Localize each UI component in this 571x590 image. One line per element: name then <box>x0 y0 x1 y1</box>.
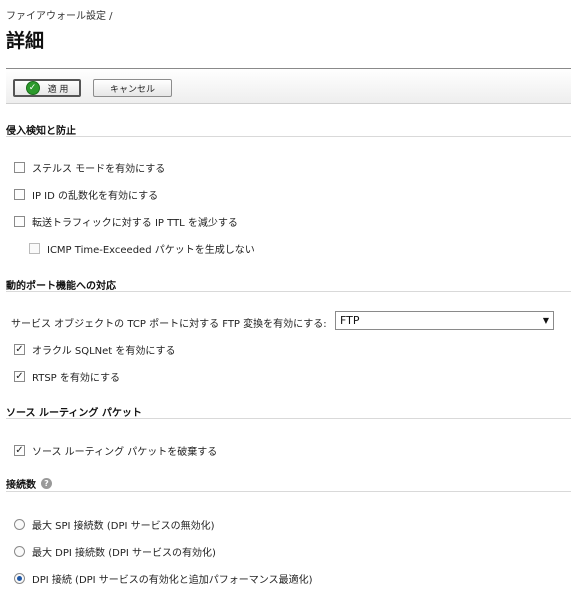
section-divider <box>6 136 571 137</box>
stealth-mode-label: ステルス モードを有効にする <box>32 164 166 175</box>
ttl-decrement-label: 転送トラフィックに対する IP TTL を減少する <box>32 218 238 229</box>
connections-option-row[interactable]: 最大 SPI 接続数 (DPI サービスの無効化) <box>14 517 215 532</box>
drop-source-routed-checkbox[interactable]: ✓ <box>14 445 25 456</box>
ipid-random-checkbox[interactable] <box>14 189 25 200</box>
ftp-transform-select[interactable]: FTP ▼ <box>335 311 554 330</box>
section-title-dynamic-port: 動的ポート機能への対応 <box>6 281 116 292</box>
icmp-time-exceeded-row[interactable]: ICMP Time-Exceeded パケットを生成しない <box>29 241 255 256</box>
ftp-transform-label: サービス オブジェクトの TCP ポートに対する FTP 変換を有効にする: <box>11 319 327 330</box>
connections-option-row[interactable]: 最大 DPI 接続数 (DPI サービスの有効化) <box>14 544 216 559</box>
max-spi-radio[interactable] <box>14 519 25 530</box>
breadcrumb[interactable]: ファイアウォール設定 / <box>6 7 113 22</box>
icmp-time-exceeded-checkbox[interactable] <box>29 243 40 254</box>
section-divider <box>6 291 571 292</box>
help-icon[interactable]: ? <box>41 478 52 489</box>
max-dpi-radio[interactable] <box>14 546 25 557</box>
ttl-decrement-checkbox[interactable] <box>14 216 25 227</box>
rtsp-checkbox[interactable]: ✓ <box>14 371 25 382</box>
dropdown-arrow-icon: ▼ <box>542 316 549 325</box>
section-title-intrusion: 侵入検知と防止 <box>6 126 76 137</box>
max-dpi-label: 最大 DPI 接続数 (DPI サービスの有効化) <box>32 548 216 559</box>
sqlnet-label: オラクル SQLNet を有効にする <box>32 346 176 357</box>
connections-option-row[interactable]: DPI 接続 (DPI サービスの有効化と追加パフォーマンス最適化) <box>14 571 313 586</box>
max-spi-label: 最大 SPI 接続数 (DPI サービスの無効化) <box>32 521 215 532</box>
cancel-label: キャンセル <box>109 84 155 95</box>
stealth-mode-checkbox[interactable] <box>14 162 25 173</box>
dpi-optimized-radio[interactable] <box>14 573 25 584</box>
rtsp-row[interactable]: ✓ RTSP を有効にする <box>14 369 120 384</box>
section-title-connections-row: 接続数 ? <box>6 476 52 491</box>
icmp-time-exceeded-label: ICMP Time-Exceeded パケットを生成しない <box>47 245 255 256</box>
sqlnet-row[interactable]: ✓ オラクル SQLNet を有効にする <box>14 342 176 357</box>
ipid-random-label: IP ID の乱数化を有効にする <box>32 191 159 202</box>
section-divider <box>6 418 571 419</box>
cancel-button[interactable]: キャンセル <box>93 79 172 97</box>
dpi-optimized-label: DPI 接続 (DPI サービスの有効化と追加パフォーマンス最適化) <box>32 575 313 586</box>
section-divider <box>6 491 571 492</box>
rtsp-label: RTSP を有効にする <box>32 373 120 384</box>
check-circle-icon: ✓ <box>25 81 40 95</box>
drop-source-routed-row[interactable]: ✓ ソース ルーティング パケットを破棄する <box>14 443 217 458</box>
toolbar: ✓ 適 用 キャンセル <box>6 68 571 104</box>
drop-source-routed-label: ソース ルーティング パケットを破棄する <box>32 447 218 458</box>
apply-label: 適 用 <box>47 84 69 95</box>
ftp-transform-value: FTP <box>340 314 360 327</box>
page-title: 詳細 <box>6 30 45 52</box>
stealth-mode-row[interactable]: ステルス モードを有効にする <box>14 160 165 175</box>
section-title-source-routing: ソース ルーティング パケット <box>6 408 142 419</box>
section-title-connections: 接続数 <box>6 480 36 491</box>
ttl-decrement-row[interactable]: 転送トラフィックに対する IP TTL を減少する <box>14 214 238 229</box>
apply-button[interactable]: ✓ 適 用 <box>13 79 81 97</box>
ipid-random-row[interactable]: IP ID の乱数化を有効にする <box>14 187 158 202</box>
sqlnet-checkbox[interactable]: ✓ <box>14 344 25 355</box>
